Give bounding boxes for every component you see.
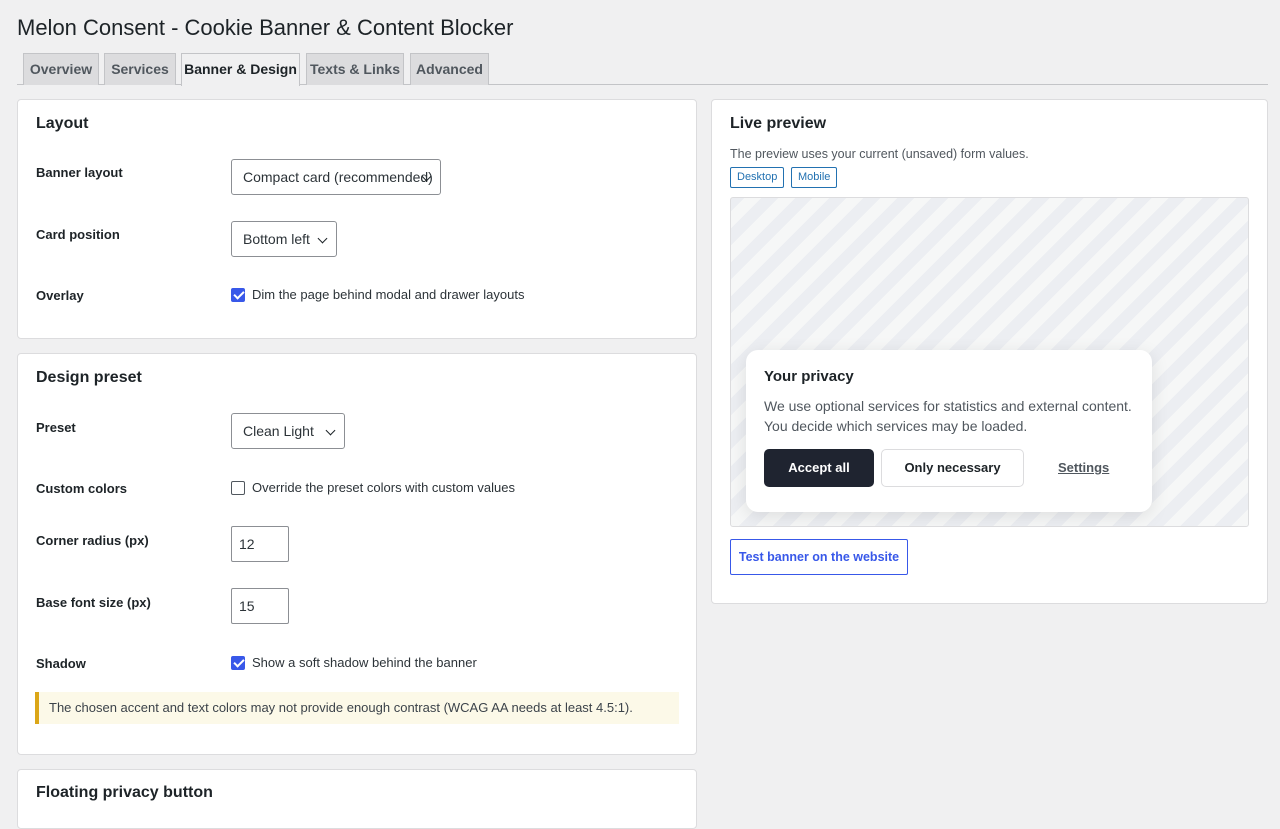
shadow-label: Shadow [36, 656, 86, 671]
overlay-checkbox[interactable] [231, 287, 245, 302]
tab-texts-links[interactable]: Texts & Links [306, 53, 404, 85]
preview-canvas: Your privacy We use optional services fo… [730, 197, 1249, 527]
only-necessary-button[interactable]: Only necessary [881, 449, 1024, 487]
chevron-down-icon [325, 425, 336, 436]
banner-layout-value: Compact card (recommended) [243, 169, 433, 185]
card-position-label: Card position [36, 227, 120, 242]
banner-layout-label: Banner layout [36, 165, 123, 180]
contrast-warning: The chosen accent and text colors may no… [35, 692, 679, 724]
tab-bar: Overview Services Banner & Design Texts … [17, 53, 1268, 86]
design-preset-card: Design preset Preset Clean Light Custom … [17, 353, 697, 755]
font-size-label: Base font size (px) [36, 595, 151, 610]
overlay-label: Overlay [36, 288, 84, 303]
overlay-text: Dim the page behind modal and drawer lay… [252, 287, 525, 302]
banner-title: Your privacy [764, 368, 854, 385]
tab-banner-design[interactable]: Banner & Design [181, 53, 300, 86]
page-title: Melon Consent - Cookie Banner & Content … [17, 15, 514, 40]
settings-link[interactable]: Settings [1058, 460, 1109, 475]
font-size-input[interactable]: 15 [231, 588, 289, 624]
corner-radius-input[interactable]: 12 [231, 526, 289, 562]
live-preview-card: Live preview The preview uses your curre… [711, 99, 1268, 604]
desktop-toggle[interactable]: Desktop [730, 167, 785, 188]
layout-title: Layout [36, 115, 89, 132]
tab-services[interactable]: Services [104, 53, 176, 85]
cookie-banner-preview: Your privacy We use optional services fo… [746, 350, 1152, 512]
accept-all-button[interactable]: Accept all [764, 449, 874, 487]
custom-colors-text: Override the preset colors with custom v… [252, 480, 515, 495]
shadow-checkbox[interactable] [231, 655, 245, 670]
test-banner-button[interactable]: Test banner on the website [730, 539, 908, 575]
layout-card: Layout Banner layout Compact card (recom… [17, 99, 697, 339]
banner-layout-select[interactable]: Compact card (recommended) [231, 159, 441, 195]
design-preset-title: Design preset [36, 369, 142, 386]
tab-advanced[interactable]: Advanced [410, 53, 489, 85]
preset-label: Preset [36, 420, 76, 435]
custom-colors-checkbox[interactable] [231, 480, 245, 495]
overlay-option[interactable]: Dim the page behind modal and drawer lay… [231, 287, 524, 302]
corner-radius-label: Corner radius (px) [36, 533, 149, 548]
card-position-select[interactable]: Bottom left [231, 221, 337, 257]
card-position-value: Bottom left [243, 231, 310, 247]
tab-overview[interactable]: Overview [23, 53, 99, 85]
live-preview-title: Live preview [730, 115, 827, 132]
banner-text: We use optional services for statistics … [764, 398, 1132, 434]
chevron-down-icon [317, 233, 328, 244]
shadow-text: Show a soft shadow behind the banner [252, 655, 477, 670]
preset-select[interactable]: Clean Light [231, 413, 345, 449]
custom-colors-label: Custom colors [36, 481, 128, 496]
custom-colors-option[interactable]: Override the preset colors with custom v… [231, 480, 515, 495]
floating-button-card: Floating privacy button [17, 769, 697, 829]
floating-button-title: Floating privacy button [36, 784, 213, 801]
preview-description: The preview uses your current (unsaved) … [730, 147, 1029, 161]
preset-value: Clean Light [243, 423, 314, 439]
mobile-toggle[interactable]: Mobile [791, 167, 838, 188]
shadow-option[interactable]: Show a soft shadow behind the banner [231, 655, 477, 670]
